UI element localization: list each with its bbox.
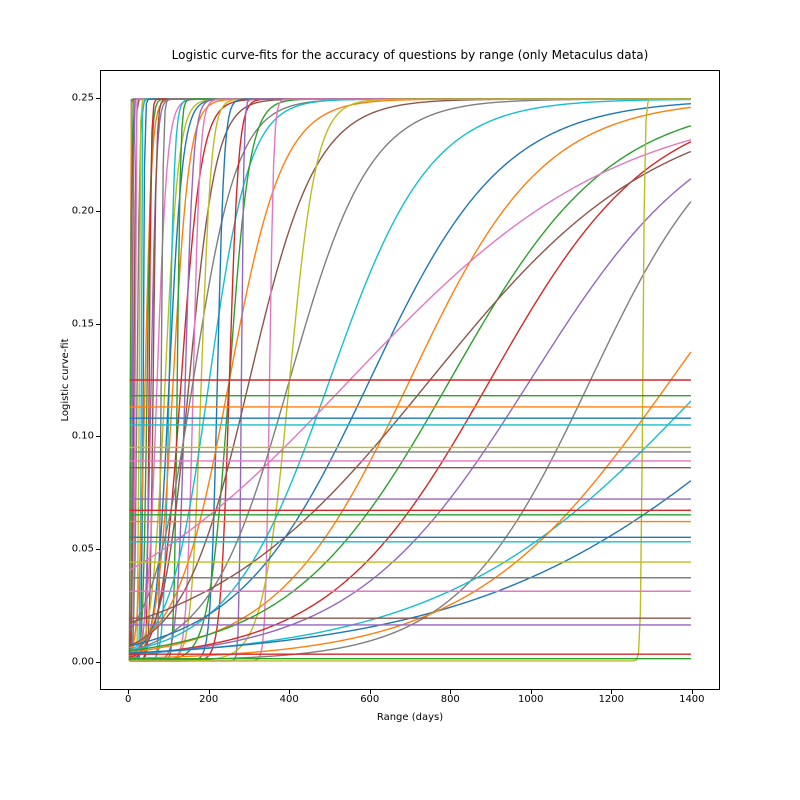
x-tick-label: 1000 — [518, 694, 543, 705]
x-tick-label: 200 — [199, 694, 218, 705]
curve-c39 — [129, 179, 690, 655]
plot-svg — [101, 71, 719, 689]
curve-c11 — [129, 99, 690, 656]
y-tick-mark — [96, 324, 100, 325]
y-tick-mark — [96, 98, 100, 99]
y-axis-label: Logistic curve-fit — [60, 70, 74, 690]
y-tick-label: 0.10 — [44, 431, 94, 442]
x-tick-label: 600 — [360, 694, 379, 705]
y-tick-mark — [96, 549, 100, 550]
curve-c24 — [129, 99, 690, 654]
y-tick-label: 0.00 — [44, 656, 94, 667]
curve-c37 — [129, 126, 690, 651]
y-tick-label: 0.25 — [44, 93, 94, 104]
x-tick-label: 400 — [280, 694, 299, 705]
x-tick-label: 800 — [441, 694, 460, 705]
y-tick-mark — [96, 662, 100, 663]
x-tick-label: 1400 — [679, 694, 704, 705]
y-tick-label: 0.05 — [44, 544, 94, 555]
y-tick-label: 0.20 — [44, 205, 94, 216]
y-tick-mark — [96, 211, 100, 212]
x-tick-label: 1200 — [599, 694, 624, 705]
x-tick-label: 0 — [125, 694, 131, 705]
chart-title: Logistic curve-fits for the accuracy of … — [100, 48, 720, 62]
x-axis-label: Range (days) — [100, 712, 720, 723]
y-tick-mark — [96, 436, 100, 437]
figure: Logistic curve-fits for the accuracy of … — [0, 0, 800, 800]
y-tick-label: 0.15 — [44, 318, 94, 329]
curve-c39b — [129, 151, 690, 622]
plot-axes — [100, 70, 720, 690]
